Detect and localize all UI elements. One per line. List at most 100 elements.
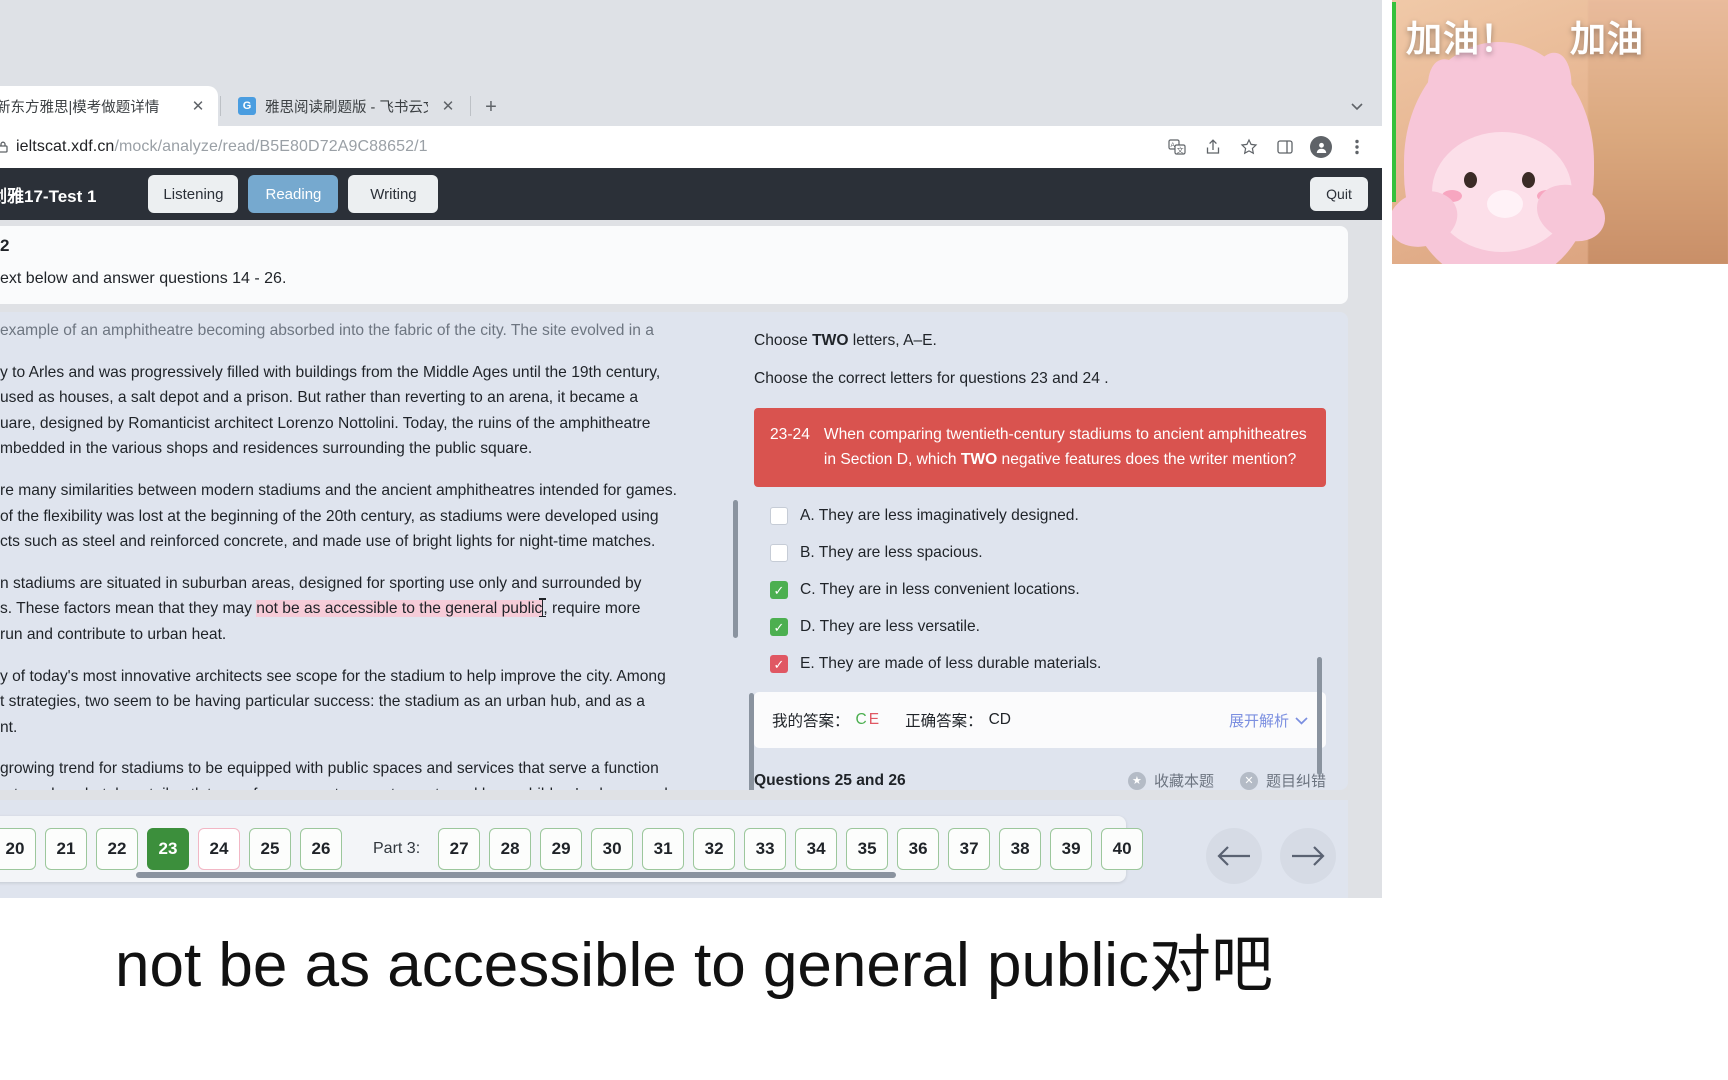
passage-paragraph: growing trend for stadiums to be equippe…: [0, 760, 659, 778]
browser-tab-1[interactable]: G 雅思阅读刷题版 - 飞书云文档 ✕: [228, 86, 468, 126]
expand-explanation-link[interactable]: 展开解析: [1229, 710, 1308, 731]
passage-text[interactable]: example of an amphitheatre becoming abso…: [0, 312, 730, 790]
passage-paragraph: uare, designed by Romanticist architect …: [0, 414, 651, 432]
chevron-down-icon: [1295, 712, 1308, 729]
url-host: ieltscat.xdf.cn: [16, 138, 115, 155]
my-answer-correct-letter: C: [855, 711, 867, 728]
svg-text:文: 文: [1177, 146, 1184, 155]
profile-avatar-icon[interactable]: [1306, 132, 1336, 162]
question-line-2-post: negative features does the writer mentio…: [997, 451, 1297, 468]
question-number-button[interactable]: 32: [693, 828, 736, 870]
question-number-button[interactable]: 35: [846, 828, 889, 870]
question-number-button[interactable]: 28: [489, 828, 532, 870]
omnibox-row: ieltscat.xdf.cn/mock/analyze/read/B5E80D…: [0, 126, 1382, 168]
kebab-menu-icon[interactable]: [1342, 132, 1372, 162]
passage-paragraph: nt.: [0, 718, 18, 736]
option-row-e[interactable]: ✓ E. They are made of less durable mater…: [770, 655, 1326, 673]
quit-button[interactable]: Quit: [1310, 177, 1368, 211]
question-number-button-wrong[interactable]: 24: [198, 828, 240, 870]
passage-scrollbar[interactable]: [733, 500, 738, 638]
my-answer-wrong-letter: E: [868, 711, 880, 728]
option-row-c[interactable]: ✓ C. They are in less convenient locatio…: [770, 581, 1326, 599]
option-row-a[interactable]: A. They are less imaginatively designed.: [770, 507, 1326, 525]
toy-snout: [1487, 190, 1523, 218]
checkbox-checked-wrong-icon[interactable]: ✓: [770, 655, 788, 673]
app-header: 剑雅17-Test 1 Listening Reading Writing Qu…: [0, 168, 1382, 220]
subtitle-text: not be as accessible to general public对吧: [115, 931, 1273, 1000]
question-line-2-pre: in Section D, which: [823, 451, 961, 468]
question-number-button[interactable]: 27: [438, 828, 481, 870]
question-number-button[interactable]: 22: [96, 828, 138, 870]
options-scrollbar[interactable]: [749, 693, 754, 790]
question-number-strip: 20 21 22 23 24 25 26 Part 3: 27 28 29 30…: [0, 816, 1144, 882]
favicon-letter: G: [242, 100, 252, 112]
translate-icon[interactable]: 文A: [1162, 132, 1192, 162]
question-panel-scrollbar[interactable]: [1317, 657, 1322, 775]
next-question-button[interactable]: [1280, 828, 1336, 884]
favorite-label: 收藏本题: [1153, 773, 1214, 790]
highlighted-phrase: not be as accessible to the general publ…: [256, 600, 543, 618]
checkbox-unchecked-icon[interactable]: [770, 507, 788, 525]
passage-paragraph: of the flexibility was lost at the begin…: [0, 507, 659, 525]
site-info-icon[interactable]: [0, 134, 16, 160]
favorite-question-button[interactable]: ★ 收藏本题: [1127, 770, 1214, 790]
question-number-button[interactable]: 33: [744, 828, 787, 870]
chevron-down-icon[interactable]: [1346, 96, 1368, 118]
question-number-button[interactable]: 30: [591, 828, 634, 870]
share-icon[interactable]: [1198, 132, 1228, 162]
new-tab-button[interactable]: +: [478, 94, 504, 120]
tab-divider: [220, 96, 221, 116]
part-label: Part 3:: [373, 840, 421, 857]
tab-title: 新东方雅思|模考做题详情: [0, 99, 160, 116]
subtitle-area: not be as accessible to general public对吧: [0, 898, 1728, 1080]
tab-strip: 新东方雅思|模考做题详情 ✕ G 雅思阅读刷题版 - 飞书云文档 ✕ +: [0, 86, 1382, 126]
question-number-button[interactable]: 39: [1050, 828, 1093, 870]
question-number-button[interactable]: 29: [540, 828, 583, 870]
toy-eye-right: [1522, 172, 1535, 188]
question-number-button[interactable]: 31: [642, 828, 685, 870]
tab-close-icon[interactable]: ✕: [188, 96, 208, 116]
webcam-overlay[interactable]: 加油！ 加油: [1392, 0, 1728, 264]
address-bar[interactable]: ieltscat.xdf.cn/mock/analyze/read/B5E80D…: [16, 138, 428, 156]
option-row-d[interactable]: ✓ D. They are less versatile.: [770, 618, 1326, 636]
instructions-text: ext below and answer questions 14 - 26.: [0, 270, 287, 287]
test-title: 剑雅17-Test 1: [0, 186, 97, 206]
bookmark-star-icon[interactable]: [1234, 132, 1264, 162]
option-row-b[interactable]: B. They are less spacious.: [770, 544, 1326, 562]
passage-paragraph: y of today's most innovative architects …: [0, 667, 666, 685]
url-path: /mock/analyze/read/B5E80D72A9C88652/1: [114, 138, 428, 155]
question-number-button[interactable]: 20: [0, 828, 36, 870]
option-label: D. They are less versatile.: [800, 618, 980, 635]
tab-reading[interactable]: Reading: [248, 175, 339, 213]
question-number-button[interactable]: 36: [897, 828, 940, 870]
previous-question-button[interactable]: [1206, 828, 1262, 884]
checkbox-checked-correct-icon[interactable]: ✓: [770, 581, 788, 599]
browser-tab-0[interactable]: 新东方雅思|模考做题详情 ✕: [0, 86, 218, 126]
question-number-button-current[interactable]: 23: [147, 828, 189, 870]
question-number-button[interactable]: 26: [300, 828, 342, 870]
answer-summary-bar: 我的答案： C E 正确答案： CD 展开解析: [754, 692, 1326, 748]
side-panel-icon[interactable]: [1270, 132, 1300, 162]
question-number-button[interactable]: 40: [1101, 828, 1144, 870]
tab-listening[interactable]: Listening: [148, 175, 239, 213]
tab-writing[interactable]: Writing: [348, 175, 439, 213]
checkbox-unchecked-icon[interactable]: [770, 544, 788, 562]
webcam-caption-a: 加油！: [1406, 18, 1518, 59]
checkbox-checked-correct-icon[interactable]: ✓: [770, 618, 788, 636]
question-panel: Choose TWO letters, A–E. Choose the corr…: [746, 312, 1348, 790]
question-banner: 23-24 When comparing twentieth-century s…: [754, 408, 1326, 487]
choose-two-instruction: Choose TWO letters, A–E.: [754, 332, 1326, 350]
question-number-button[interactable]: 37: [948, 828, 991, 870]
tab-close-icon[interactable]: ✕: [438, 96, 458, 116]
question-number-button[interactable]: 21: [45, 828, 87, 870]
correct-answer-value: CD: [988, 711, 1011, 728]
chrome-titlebar: [0, 0, 1382, 86]
question-number-button[interactable]: 34: [795, 828, 838, 870]
number-strip-scrollbar[interactable]: [136, 872, 896, 878]
question-number-button[interactable]: 25: [249, 828, 291, 870]
report-error-button[interactable]: ✕ 题目纠错: [1239, 770, 1326, 790]
question-number-button[interactable]: 38: [999, 828, 1042, 870]
question-tools: ★ 收藏本题 ✕ 题目纠错: [1127, 770, 1326, 790]
passage-paragraph: cts such as steel and reinforced concret…: [0, 533, 656, 551]
question-text: When comparing twentieth-century stadium…: [824, 422, 1307, 472]
